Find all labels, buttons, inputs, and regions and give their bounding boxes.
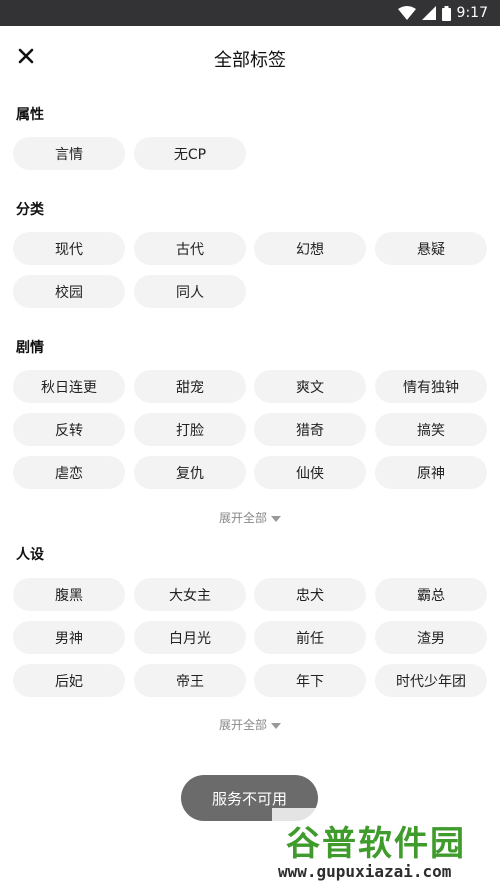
status-icons: 9:17: [397, 4, 488, 22]
status-bar: 9:17: [0, 0, 500, 26]
tag-item[interactable]: 时代少年团: [375, 664, 487, 697]
tag-item[interactable]: 忠犬: [254, 578, 366, 611]
status-time: 9:17: [456, 5, 488, 21]
tag-item[interactable]: 虐恋: [13, 456, 125, 489]
tag-item[interactable]: 仙侠: [254, 456, 366, 489]
expand-label: 展开全部: [218, 718, 267, 732]
battery-icon: [441, 5, 451, 21]
tag-item[interactable]: 古代: [134, 232, 246, 265]
watermark: 谷普软件园 www.gupuxiazai.com: [272, 808, 500, 889]
tag-item[interactable]: 言情: [13, 137, 125, 170]
expand-label: 展开全部: [218, 511, 267, 525]
expand-all-persona[interactable]: 展开全部: [0, 716, 500, 733]
tag-item[interactable]: 幻想: [254, 232, 366, 265]
expand-all-plot[interactable]: 展开全部: [0, 509, 500, 526]
wifi-icon: [397, 6, 416, 20]
sheet-header: 全部标签: [0, 26, 500, 90]
tag-item[interactable]: 前任: [254, 621, 366, 654]
tag-item[interactable]: 情有独钟: [375, 370, 487, 403]
tag-item[interactable]: 反转: [13, 413, 125, 446]
tag-item[interactable]: 腹黑: [13, 578, 125, 611]
tag-item[interactable]: 甜宠: [134, 370, 246, 403]
tag-item[interactable]: 现代: [13, 232, 125, 265]
all-tags-sheet: 全部标签 属性 言情 无CP 分类 现代 古代 幻想 悬疑 校园 同人 剧情 秋…: [0, 26, 500, 889]
section-title-attributes: 属性: [16, 107, 44, 123]
tag-item[interactable]: 秋日连更: [13, 370, 125, 403]
watermark-logo: 谷普软件园: [286, 824, 466, 864]
section-title-plot: 剧情: [16, 340, 44, 356]
watermark-url: www.gupuxiazai.com: [278, 862, 452, 881]
tag-item[interactable]: 无CP: [134, 137, 246, 170]
tag-item[interactable]: 搞笑: [375, 413, 487, 446]
tag-item[interactable]: 悬疑: [375, 232, 487, 265]
tag-item[interactable]: 帝王: [134, 664, 246, 697]
section-title-persona: 人设: [16, 547, 44, 563]
tag-item[interactable]: 渣男: [375, 621, 487, 654]
tag-item[interactable]: 打脸: [134, 413, 246, 446]
caret-down-icon: [271, 515, 281, 522]
page-title: 全部标签: [214, 50, 286, 71]
tag-item[interactable]: 年下: [254, 664, 366, 697]
caret-down-icon: [271, 722, 281, 729]
section-title-category: 分类: [16, 202, 44, 218]
tag-item[interactable]: 校园: [13, 275, 125, 308]
tag-item[interactable]: 复仇: [134, 456, 246, 489]
tag-item[interactable]: 同人: [134, 275, 246, 308]
tag-item[interactable]: 猎奇: [254, 413, 366, 446]
tag-item[interactable]: 爽文: [254, 370, 366, 403]
tag-item[interactable]: 原神: [375, 456, 487, 489]
tag-item[interactable]: 男神: [13, 621, 125, 654]
tag-item[interactable]: 霸总: [375, 578, 487, 611]
tag-item[interactable]: 后妃: [13, 664, 125, 697]
tag-item[interactable]: 大女主: [134, 578, 246, 611]
signal-icon: [421, 6, 436, 20]
tag-item[interactable]: 白月光: [134, 621, 246, 654]
